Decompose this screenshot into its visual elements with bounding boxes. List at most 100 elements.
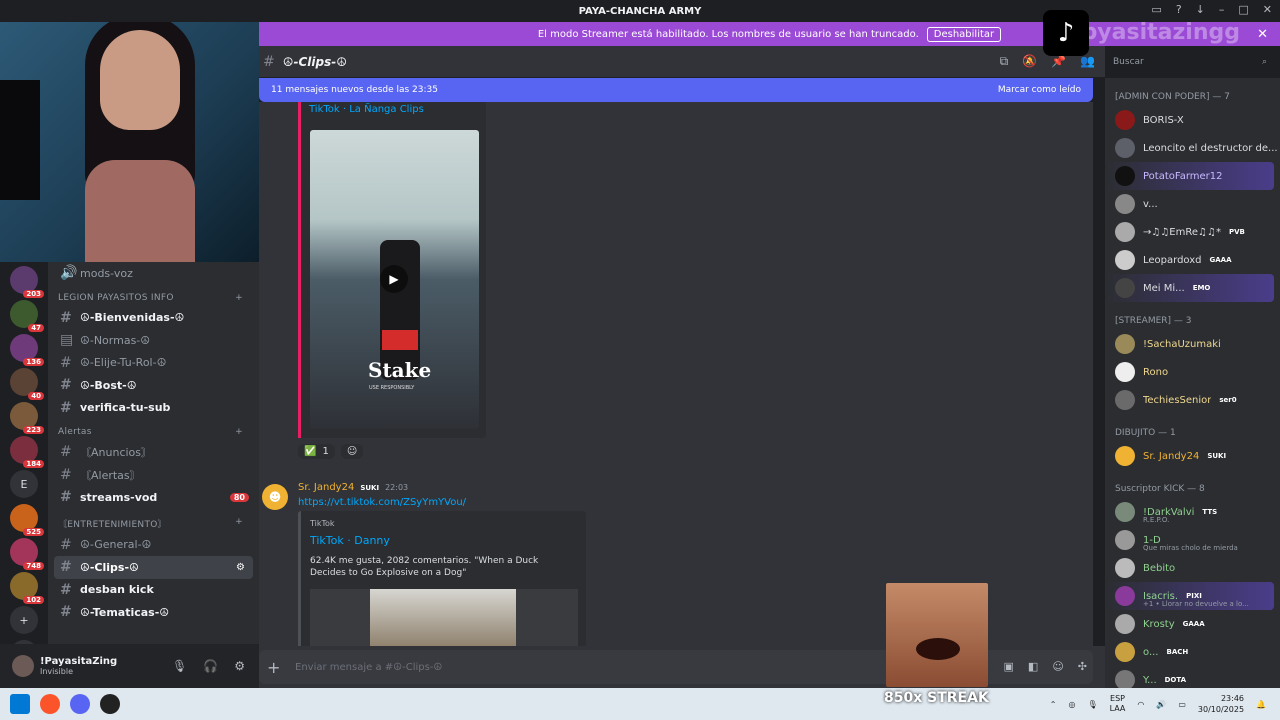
server-icon[interactable]: 203 bbox=[10, 266, 44, 298]
channel-bost[interactable]: # ☮-Bost-☮ bbox=[48, 374, 259, 397]
video-thumbnail[interactable]: ▶ Stake USE RESPONSIBLY bbox=[310, 130, 479, 429]
member[interactable]: Isacris. PIXI +1 • Llorar no devuelve a lo… bbox=[1105, 582, 1274, 610]
member[interactable]: Leopardoxd GAAA bbox=[1105, 246, 1280, 274]
wifi-icon[interactable]: ◠ bbox=[1137, 700, 1144, 709]
server-icon[interactable]: 223 bbox=[10, 402, 44, 434]
close-banner-icon[interactable]: ✕ bbox=[1257, 27, 1268, 42]
member[interactable]: !SachaUzumaki bbox=[1105, 330, 1280, 358]
volume-icon[interactable]: 🔊 bbox=[1156, 700, 1166, 709]
channel-anuncios[interactable]: # 〘Anuncios〙 bbox=[48, 441, 259, 464]
notification-icon[interactable]: 🔔 bbox=[1256, 700, 1266, 709]
server-icon[interactable]: 136 bbox=[10, 334, 44, 366]
add-channel-icon[interactable]: + bbox=[235, 517, 243, 530]
avatar[interactable]: ☻ bbox=[262, 484, 288, 510]
category-entretenimiento[interactable]: 〘ENTRETENIMIENTO〙 + bbox=[48, 509, 259, 534]
emoji-icon[interactable]: ☺ bbox=[1052, 660, 1063, 673]
member[interactable]: !DarkValvi TTS R.E.P.O. bbox=[1105, 498, 1280, 526]
settings-icon[interactable]: ⚙ bbox=[234, 659, 245, 673]
microphone-icon[interactable]: 🎙 bbox=[172, 659, 187, 673]
battery-icon[interactable]: ▭ bbox=[1178, 700, 1186, 709]
rules-icon: ▤ bbox=[60, 332, 74, 349]
server-icon[interactable]: 525 bbox=[10, 504, 44, 536]
maximize-icon[interactable]: □ bbox=[1238, 3, 1248, 16]
avatar[interactable] bbox=[12, 655, 34, 677]
channel-general[interactable]: # ☮-General-☮ bbox=[48, 534, 259, 557]
embed-image[interactable] bbox=[310, 589, 578, 646]
member[interactable]: Leoncito el destructor de... bbox=[1105, 134, 1280, 162]
member[interactable]: o... BACH bbox=[1105, 638, 1280, 666]
channel-normas[interactable]: ▤ ☮-Normas-☮ bbox=[48, 329, 259, 352]
category-legion[interactable]: LEGION PAYASITOS INFO + bbox=[48, 285, 259, 307]
webcam-overlay bbox=[0, 0, 259, 262]
play-icon[interactable]: ▶ bbox=[380, 265, 408, 293]
obs-icon[interactable] bbox=[100, 694, 120, 714]
channel-desban[interactable]: # desban kick bbox=[48, 579, 259, 602]
brave-browser-icon[interactable] bbox=[40, 694, 60, 714]
gif-icon[interactable]: ▣ bbox=[1004, 660, 1014, 673]
clock[interactable]: 23:46 30/10/2025 bbox=[1198, 693, 1244, 715]
member[interactable]: v... bbox=[1105, 190, 1280, 218]
message-link[interactable]: https://vt.tiktok.com/ZSyYmYVou/ bbox=[298, 497, 466, 508]
member[interactable]: PotatoFarmer12 bbox=[1105, 162, 1274, 190]
inbox-icon[interactable]: ▭ bbox=[1151, 3, 1161, 16]
sticker-icon[interactable]: ◧ bbox=[1028, 660, 1038, 673]
mark-read-button[interactable]: Marcar como leído bbox=[998, 85, 1081, 95]
server-icon[interactable]: 47 bbox=[10, 300, 44, 332]
pin-icon[interactable]: 📌 bbox=[1051, 54, 1066, 69]
channel-clips[interactable]: # ☮-Clips-☮ ⚙ bbox=[54, 556, 253, 579]
member[interactable]: 1-D Que miras cholo de mierda bbox=[1105, 526, 1280, 554]
mute-icon[interactable]: 🔕 bbox=[1022, 54, 1037, 69]
mic-tray-icon[interactable]: 🎙 bbox=[1087, 700, 1097, 709]
add-channel-icon[interactable]: + bbox=[235, 293, 243, 303]
reaction-check[interactable]: ✅ 1 bbox=[298, 444, 335, 459]
server-icon[interactable]: E bbox=[10, 470, 38, 498]
headphones-icon[interactable]: 🎧 bbox=[203, 659, 218, 673]
member[interactable]: Rono bbox=[1105, 358, 1280, 386]
app-tray-icon[interactable]: ◎ bbox=[1068, 700, 1075, 709]
member[interactable]: Bebito bbox=[1105, 554, 1280, 582]
search-input[interactable]: Buscar ⌕ bbox=[1105, 50, 1275, 74]
member[interactable]: BORIS-X bbox=[1105, 106, 1280, 134]
server-icon[interactable]: 184 bbox=[10, 436, 44, 468]
disable-streamer-button[interactable]: Deshabilitar bbox=[926, 26, 1002, 42]
apps-icon[interactable]: ✣ bbox=[1078, 660, 1087, 673]
add-reaction-icon[interactable]: ☺ bbox=[340, 444, 364, 459]
attach-icon[interactable]: + bbox=[267, 658, 280, 677]
add-channel-icon[interactable]: + bbox=[235, 427, 243, 437]
channel-tematicas[interactable]: # ☮-Tematicas-☮ bbox=[48, 601, 259, 624]
category-alertas[interactable]: Alertas + bbox=[48, 419, 259, 441]
member-list: [ADMIN CON PODER] — 7 BORIS-X Leoncito e… bbox=[1105, 78, 1280, 688]
chevron-up-icon[interactable]: ⌃ bbox=[1050, 700, 1057, 709]
embed-title[interactable]: TikTok · Danny bbox=[301, 528, 586, 547]
member[interactable]: Mei Mi... EMO bbox=[1105, 274, 1274, 302]
member[interactable]: Y... DOTA bbox=[1105, 666, 1280, 688]
channel-alertas[interactable]: # 〘Alertas〙 bbox=[48, 464, 259, 487]
member[interactable]: Sr. Jandy24 SUKI bbox=[1105, 442, 1280, 470]
close-window-icon[interactable]: ✕ bbox=[1263, 3, 1272, 16]
download-icon[interactable]: ↓ bbox=[1196, 3, 1205, 16]
channel-streams-vod[interactable]: # streams-vod 80 bbox=[48, 486, 259, 509]
channel-mods-voz[interactable]: 🔊 mods-voz bbox=[48, 262, 259, 285]
message-author[interactable]: Sr. Jandy24 bbox=[298, 482, 354, 493]
server-icon[interactable]: 40 bbox=[10, 368, 44, 400]
threads-icon[interactable]: ⧉ bbox=[1000, 54, 1009, 69]
settings-gear-icon[interactable]: ⚙ bbox=[236, 562, 245, 573]
member[interactable]: →♫♫EmRe♫♫* PVB bbox=[1105, 218, 1280, 246]
member[interactable]: Krosty GAAA bbox=[1105, 610, 1280, 638]
channel-verifica[interactable]: # verifica-tu-sub bbox=[48, 397, 259, 420]
new-messages-bar[interactable]: 11 mensajes nuevos desde las 23:35 Marca… bbox=[259, 78, 1093, 102]
discord-icon[interactable] bbox=[70, 694, 90, 714]
server-icon[interactable]: 102 bbox=[10, 572, 44, 604]
member[interactable]: TechiesSenior ser0 bbox=[1105, 386, 1280, 414]
tiktok-embed: TikTok TikTok · Danny 62.4K me gusta, 20… bbox=[298, 511, 586, 646]
embed-provider[interactable]: TikTok · La Ñanga Clips bbox=[301, 102, 486, 115]
minimize-icon[interactable]: – bbox=[1219, 3, 1225, 16]
language-indicator[interactable]: ESP LAA bbox=[1110, 694, 1126, 714]
members-icon[interactable]: 👥 bbox=[1080, 54, 1095, 69]
windows-start-icon[interactable] bbox=[10, 694, 30, 714]
help-icon[interactable]: ? bbox=[1176, 3, 1182, 16]
server-icon[interactable]: 748 bbox=[10, 538, 44, 570]
channel-bienvenidas[interactable]: # ☮-Bienvenidas-☮ bbox=[48, 307, 259, 330]
add-server-icon[interactable]: + bbox=[10, 606, 38, 634]
channel-elije-rol[interactable]: # ☮-Elije-Tu-Rol-☮ bbox=[48, 352, 259, 375]
